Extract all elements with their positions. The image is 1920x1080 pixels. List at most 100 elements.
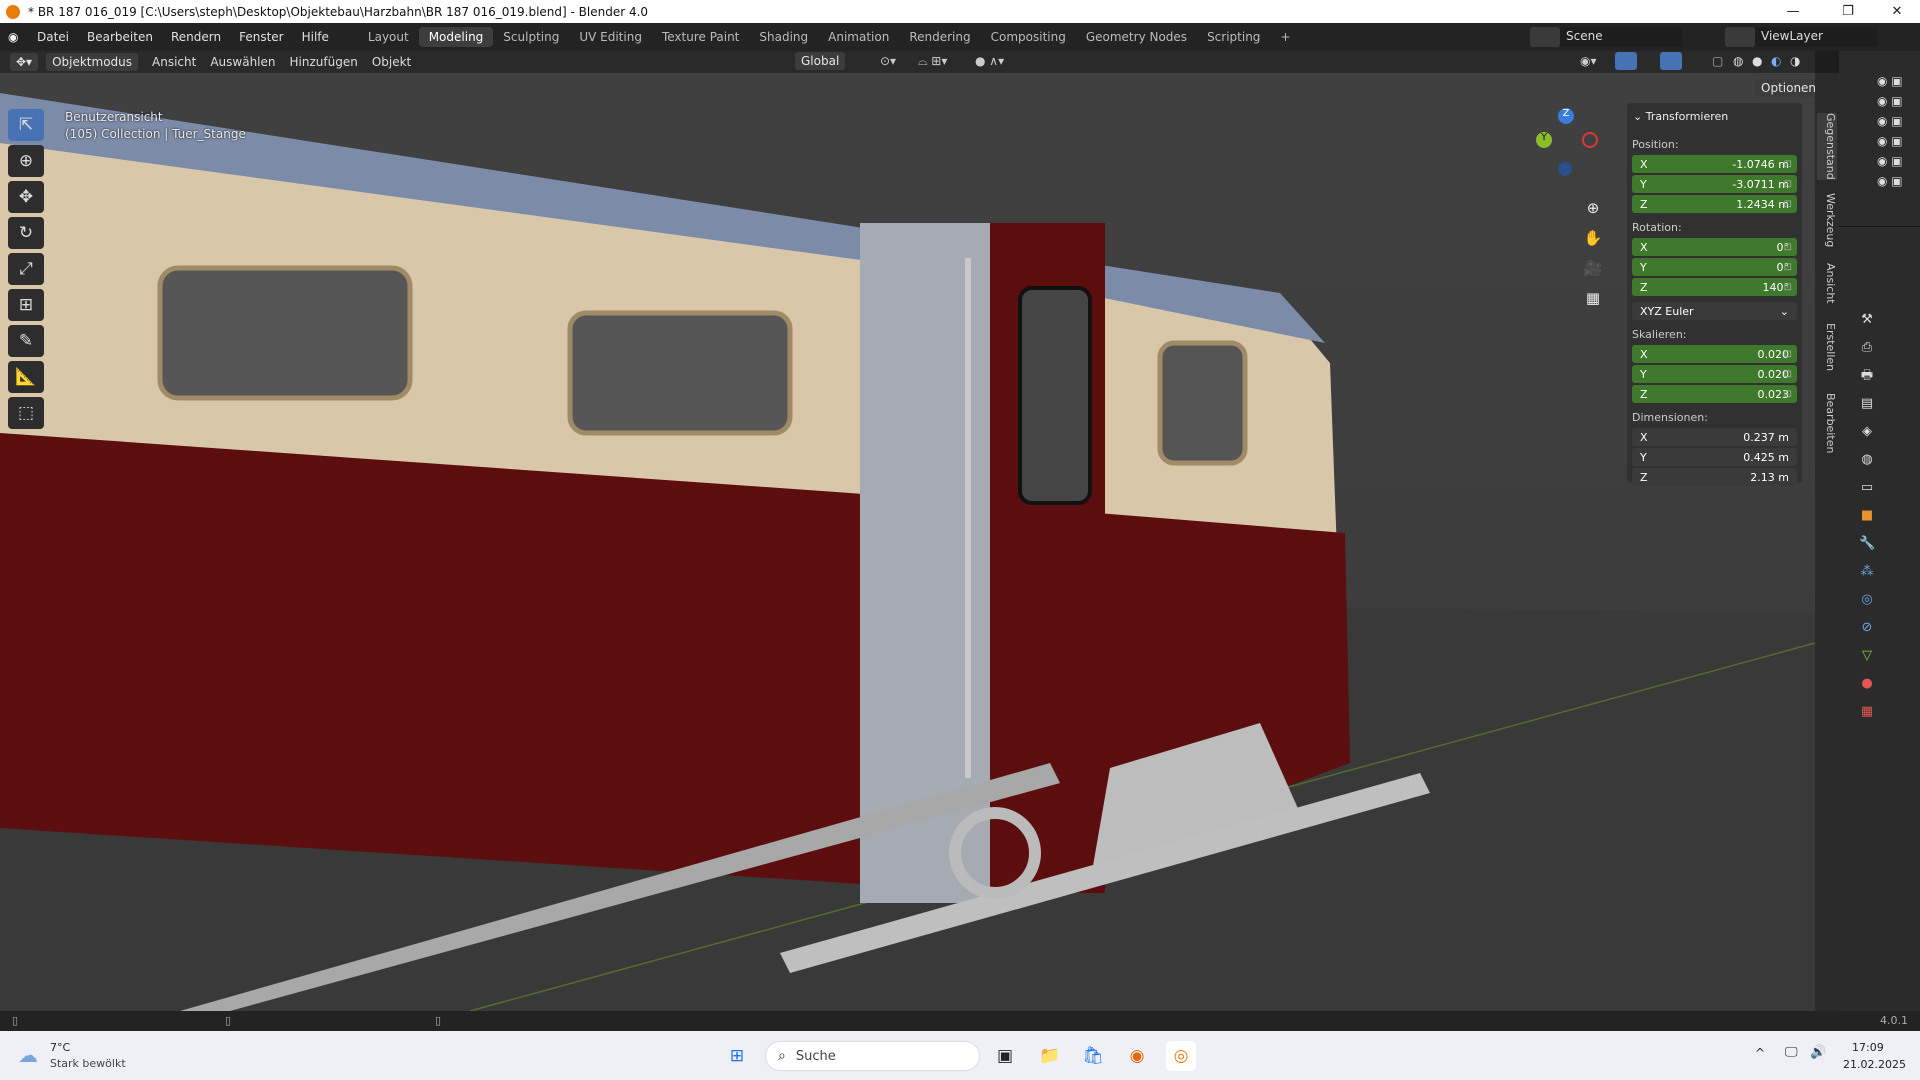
scale-z-field[interactable]: Z 0.023 bbox=[1632, 385, 1797, 403]
scene-properties-icon[interactable]: ◈ bbox=[1859, 418, 1875, 446]
menu-bearbeiten[interactable]: Bearbeiten bbox=[78, 30, 162, 44]
orientation-dropdown[interactable]: Global bbox=[795, 52, 846, 70]
material-properties-icon[interactable]: ● bbox=[1859, 670, 1875, 698]
gizmo-z-negative-icon[interactable] bbox=[1558, 162, 1572, 176]
physics-properties-icon[interactable]: ◎ bbox=[1859, 586, 1875, 614]
navigation-gizmo[interactable]: Z Y bbox=[1530, 108, 1600, 193]
menu-rendern[interactable]: Rendern bbox=[162, 30, 230, 44]
tab-geometry-nodes[interactable]: Geometry Nodes bbox=[1076, 27, 1197, 47]
world-properties-icon[interactable]: ◍ bbox=[1859, 446, 1875, 474]
viewlayer-field[interactable]: ViewLayer bbox=[1755, 27, 1877, 47]
maximize-icon[interactable]: ❐ bbox=[1825, 0, 1871, 23]
tab-compositing[interactable]: Compositing bbox=[981, 27, 1076, 47]
constraint-properties-icon[interactable]: ⊘ bbox=[1859, 614, 1875, 642]
dimension-x-field[interactable]: X 0.237 m bbox=[1632, 428, 1797, 446]
rotation-z-field[interactable]: Z 140° bbox=[1632, 278, 1797, 296]
visibility-icon[interactable]: ◉▾ bbox=[1580, 54, 1597, 68]
tab-werkzeug[interactable]: Werkzeug bbox=[1817, 193, 1837, 247]
annotate-tool-icon[interactable]: ✎ bbox=[8, 325, 44, 357]
lock-icon[interactable]: ⊡ bbox=[1784, 369, 1792, 380]
lock-icon[interactable]: ⊡ bbox=[1784, 159, 1792, 170]
shading-wireframe-icon[interactable]: ◍ bbox=[1733, 54, 1743, 68]
tab-modeling[interactable]: Modeling bbox=[418, 27, 494, 47]
move-tool-icon[interactable]: ✥ bbox=[8, 181, 44, 213]
scene-selector-icon[interactable] bbox=[1530, 27, 1560, 47]
eye-icon[interactable]: ◉ ▣ bbox=[1877, 131, 1903, 151]
gizmo-x-negative-icon[interactable] bbox=[1582, 132, 1598, 148]
texture-properties-icon[interactable]: ▦ bbox=[1859, 698, 1875, 726]
eye-icon[interactable]: ◉ ▣ bbox=[1877, 171, 1903, 191]
pivot-icon[interactable]: ⊙▾ bbox=[880, 54, 896, 68]
cursor-tool-icon[interactable]: ⊕ bbox=[8, 145, 44, 177]
zoom-icon[interactable]: ⊕ bbox=[1582, 193, 1604, 223]
snap-icon[interactable]: ⌓ ⊞▾ bbox=[918, 54, 947, 69]
add-cube-tool-icon[interactable]: ⬚ bbox=[8, 397, 44, 429]
gizmo-z-axis[interactable]: Z bbox=[1558, 108, 1574, 124]
tab-layout[interactable]: Layout bbox=[358, 27, 419, 47]
tab-sculpting[interactable]: Sculpting bbox=[493, 27, 569, 47]
modifier-properties-icon[interactable]: 🔧 bbox=[1859, 530, 1875, 558]
measure-tool-icon[interactable]: 📐 bbox=[8, 361, 44, 393]
lock-icon[interactable]: ⊡ bbox=[1784, 389, 1792, 400]
add-workspace-icon[interactable]: + bbox=[1270, 27, 1300, 47]
menu-objekt[interactable]: Objekt bbox=[372, 55, 411, 69]
blender-menu-icon[interactable]: ◉ bbox=[8, 30, 28, 44]
volume-icon[interactable]: 🔊 bbox=[1810, 1045, 1826, 1060]
data-properties-icon[interactable]: ▽ bbox=[1859, 642, 1875, 670]
menu-auswaehlen[interactable]: Auswählen bbox=[210, 55, 275, 69]
menu-fenster[interactable]: Fenster bbox=[230, 30, 293, 44]
tab-scripting[interactable]: Scripting bbox=[1197, 27, 1270, 47]
file-explorer-icon[interactable]: 📁 bbox=[1035, 1041, 1065, 1071]
close-icon[interactable]: ✕ bbox=[1874, 0, 1920, 23]
overlay-toggle-icon[interactable] bbox=[1660, 52, 1682, 70]
tab-erstellen[interactable]: Erstellen bbox=[1817, 323, 1837, 371]
pan-hand-icon[interactable]: ✋ bbox=[1582, 223, 1604, 253]
lock-icon[interactable]: ⊡ bbox=[1784, 199, 1792, 210]
network-icon[interactable]: 🖵 bbox=[1785, 1045, 1798, 1060]
scale-tool-icon[interactable]: ⤢ bbox=[8, 253, 44, 285]
3d-viewport[interactable]: ⇱ ⊕ ✥ ↻ ⤢ ⊞ ✎ 📐 ⬚ Benutzeransicht (105) … bbox=[0, 73, 1815, 1011]
editor-type-icon[interactable]: ✥▾ bbox=[10, 53, 39, 71]
store-icon[interactable]: 🛍 bbox=[1078, 1041, 1108, 1071]
position-z-field[interactable]: Z 1.2434 m bbox=[1632, 195, 1797, 213]
object-properties-icon[interactable]: ■ bbox=[1859, 502, 1875, 530]
viewlayer-selector-icon[interactable] bbox=[1725, 27, 1755, 47]
lock-icon[interactable]: ⊡ bbox=[1784, 179, 1792, 190]
transform-header[interactable]: ⌄ Transformieren bbox=[1627, 103, 1802, 130]
lock-icon[interactable]: ⊡ bbox=[1784, 349, 1792, 360]
mode-dropdown[interactable]: Objektmodus bbox=[46, 53, 139, 71]
weather-desc[interactable]: Stark bewölkt bbox=[50, 1057, 126, 1070]
eye-icon[interactable]: ◉ ▣ bbox=[1877, 71, 1903, 91]
position-y-field[interactable]: Y -3.0711 m bbox=[1632, 175, 1797, 193]
weather-temp[interactable]: 7°C bbox=[50, 1041, 70, 1054]
tab-texture-paint[interactable]: Texture Paint bbox=[652, 27, 749, 47]
gizmo-y-axis[interactable]: Y bbox=[1536, 132, 1552, 148]
collection-properties-icon[interactable]: ▭ bbox=[1859, 474, 1875, 502]
position-x-field[interactable]: X -1.0746 m bbox=[1632, 155, 1797, 173]
shading-solid-icon[interactable]: ● bbox=[1752, 54, 1762, 68]
task-view-icon[interactable]: ▣ bbox=[990, 1041, 1020, 1071]
dimension-z-field[interactable]: Z 2.13 m bbox=[1632, 468, 1797, 486]
scale-x-field[interactable]: X 0.020 bbox=[1632, 345, 1797, 363]
windows-start-icon[interactable]: ⊞ bbox=[722, 1041, 752, 1071]
shading-material-icon[interactable]: ◐ bbox=[1771, 54, 1781, 68]
select-tool-icon[interactable]: ⇱ bbox=[8, 109, 44, 141]
scene-field[interactable]: Scene bbox=[1560, 27, 1682, 47]
tab-rendering[interactable]: Rendering bbox=[899, 27, 980, 47]
clock-time[interactable]: 17:09 bbox=[1852, 1041, 1884, 1054]
tab-bearbeiten[interactable]: Bearbeiten bbox=[1817, 393, 1837, 453]
lock-icon[interactable]: ⊡ bbox=[1784, 242, 1792, 253]
weather-cloud-icon[interactable]: ☁ bbox=[18, 1043, 38, 1067]
render-properties-icon[interactable]: ⎙ bbox=[1859, 334, 1875, 362]
tab-gegenstand[interactable]: Gegenstand bbox=[1817, 113, 1837, 180]
rotate-tool-icon[interactable]: ↻ bbox=[8, 217, 44, 249]
menu-ansicht[interactable]: Ansicht bbox=[152, 55, 196, 69]
dimension-y-field[interactable]: Y 0.425 m bbox=[1632, 448, 1797, 466]
rotation-y-field[interactable]: Y 0° bbox=[1632, 258, 1797, 276]
shading-rendered-icon[interactable]: ◑ bbox=[1790, 54, 1800, 68]
tray-chevron-icon[interactable]: ^ bbox=[1755, 1046, 1765, 1060]
transform-tool-icon[interactable]: ⊞ bbox=[8, 289, 44, 321]
tab-animation[interactable]: Animation bbox=[818, 27, 899, 47]
scale-y-field[interactable]: Y 0.020 bbox=[1632, 365, 1797, 383]
minimize-icon[interactable]: — bbox=[1770, 0, 1816, 23]
